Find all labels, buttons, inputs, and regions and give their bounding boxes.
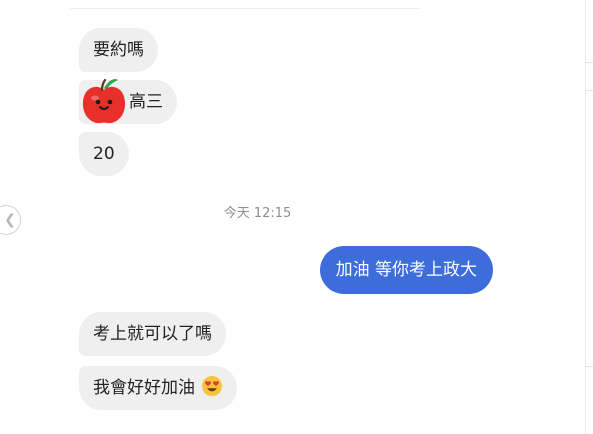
message-text: 我會好好加油 [93, 378, 195, 398]
message-text: 20 [93, 144, 115, 164]
right-panel-divider [585, 366, 593, 367]
right-panel-divider [585, 62, 593, 63]
incoming-message[interactable]: 20 [79, 132, 129, 176]
message-text: 考上就可以了嗎 [93, 324, 212, 344]
message-text: 加油 等你考上政大 [335, 260, 477, 280]
incoming-message[interactable]: 考上就可以了嗎 [79, 312, 226, 356]
header-divider [70, 8, 420, 9]
incoming-message[interactable]: 我會好好加油 [79, 366, 238, 410]
right-panel-border [585, 0, 586, 434]
apple-face-icon [82, 78, 126, 124]
outgoing-message[interactable]: 加油 等你考上政大 [319, 246, 493, 294]
message-text: 高三 [129, 92, 163, 112]
incoming-message[interactable]: 要約嗎 [79, 28, 158, 72]
right-panel-divider [585, 90, 593, 91]
heart-eyes-emoji-icon [202, 376, 223, 396]
message-text: 要約嗎 [93, 40, 144, 60]
message-timestamp: 今天 12:15 [223, 206, 292, 221]
